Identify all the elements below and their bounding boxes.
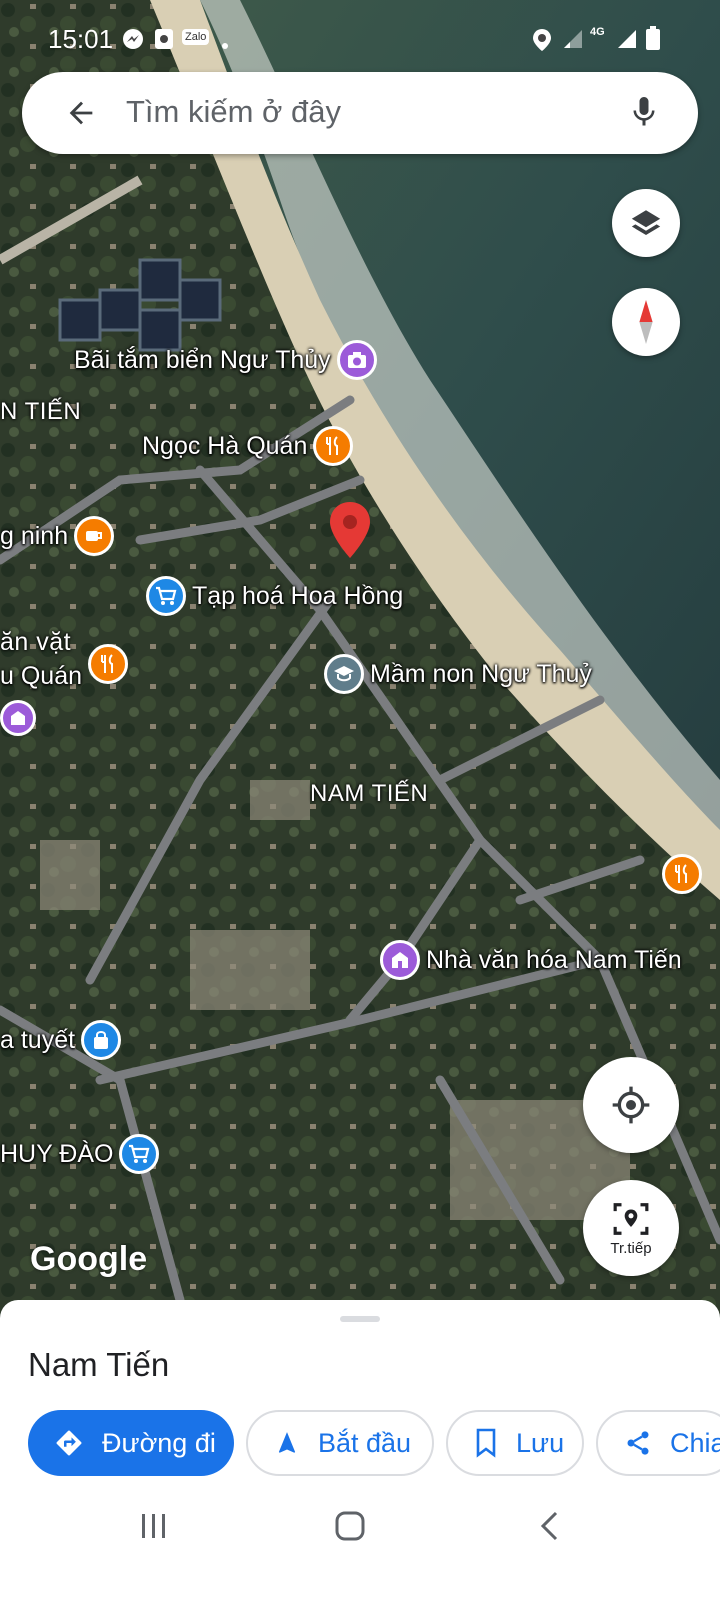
map-view[interactable]: 15:01 Zalo 4G Tìm kiếm ở đây Bãi tắm biể…: [0, 0, 720, 1340]
directions-button[interactable]: Đường đi: [28, 1410, 234, 1476]
network-type: 4G: [590, 26, 605, 38]
poi-label: u Quán: [0, 662, 83, 690]
battery-icon: [646, 26, 660, 55]
poi-restaurant-right[interactable]: [662, 854, 702, 894]
compass-icon: [639, 300, 653, 344]
poi-huy-dao[interactable]: HUY ĐÀO: [0, 1134, 160, 1174]
mic-icon[interactable]: [626, 92, 662, 137]
save-button[interactable]: Lưu: [446, 1410, 584, 1476]
crosshair-icon: [612, 1086, 650, 1124]
zalo-icon: Zalo: [182, 29, 210, 45]
landmark-icon: [380, 940, 420, 980]
status-bar: 15:01 Zalo 4G: [0, 0, 720, 72]
save-label: Lưu: [516, 1427, 565, 1458]
recent-apps-icon[interactable]: [140, 1512, 168, 1545]
poi-u-quan[interactable]: u Quán: [0, 636, 129, 691]
poi-tap-hoa[interactable]: Tạp hoá Hoa Hồng: [146, 576, 403, 616]
cafe-icon: [74, 516, 115, 556]
poi-ninh[interactable]: g ninh: [0, 516, 115, 556]
poi-landmark-left[interactable]: [0, 700, 36, 736]
poi-nha-van-hoa[interactable]: Nhà văn hóa Nam Tiến: [380, 940, 682, 980]
share-label: Chia: [670, 1427, 720, 1458]
layers-icon: [631, 210, 661, 236]
poi-ngoc-ha[interactable]: Ngọc Hà Quán: [142, 426, 354, 466]
poi-mam-non[interactable]: Mầm non Ngư Thuỷ: [324, 654, 592, 694]
school-icon: [324, 654, 364, 694]
back-icon[interactable]: [538, 1510, 560, 1547]
shopping-bag-icon: [81, 1020, 122, 1060]
layers-button[interactable]: [612, 189, 680, 257]
poi-label: Bãi tắm biển Ngư Thủy: [74, 345, 331, 374]
signal-icon-2: [616, 28, 638, 55]
restaurant-icon: [313, 426, 354, 466]
share-icon: [624, 1429, 652, 1457]
restaurant-icon: [662, 854, 702, 894]
place-title: Nam Tiến: [28, 1346, 170, 1383]
signal-icon: [562, 28, 584, 55]
share-button[interactable]: Chia: [596, 1410, 720, 1476]
restaurant-icon: [88, 643, 129, 684]
location-icon: [532, 28, 552, 57]
notification-icon: [154, 28, 174, 55]
poi-label: Tạp hoá Hoa Hồng: [192, 581, 404, 610]
landmark-icon: [0, 700, 36, 736]
camera-icon: [336, 340, 377, 380]
navigation-arrow-icon: [274, 1429, 300, 1457]
poi-tuyet[interactable]: a tuyết: [0, 1020, 122, 1060]
start-button[interactable]: Bắt đầu: [246, 1410, 434, 1476]
directions-icon: [54, 1428, 84, 1458]
poi-label: g ninh: [0, 521, 69, 550]
street-view-label: Tr.tiếp: [610, 1239, 652, 1257]
dot-icon: [222, 36, 228, 54]
poi-beach[interactable]: Bãi tắm biển Ngư Thủy: [74, 340, 377, 380]
directions-label: Đường đi: [102, 1427, 216, 1458]
poi-label: Ngọc Hà Quán: [142, 431, 308, 460]
street-view-icon: [613, 1202, 649, 1235]
bottom-sheet[interactable]: Nam Tiến Đường đi Bắt đầu Lưu Chia: [0, 1300, 720, 1600]
bookmark-icon: [474, 1428, 498, 1458]
system-nav-bar: [0, 1480, 720, 1600]
my-location-button[interactable]: [583, 1057, 679, 1153]
poi-label: Mầm non Ngư Thuỷ: [370, 659, 592, 688]
google-logo: Google: [30, 1240, 148, 1278]
messenger-icon: [122, 28, 144, 55]
shopping-cart-icon: [146, 576, 186, 616]
poi-label: HUY ĐÀO: [0, 1139, 114, 1168]
search-input[interactable]: Tìm kiếm ở đây: [126, 94, 341, 130]
home-icon[interactable]: [334, 1510, 366, 1547]
poi-label: Nhà văn hóa Nam Tiến: [426, 945, 682, 974]
compass-button[interactable]: [612, 288, 680, 356]
area-label-left: N TIẾN: [0, 398, 82, 425]
sheet-drag-handle[interactable]: [340, 1316, 380, 1322]
status-time: 15:01: [48, 24, 114, 54]
location-marker-icon[interactable]: [328, 500, 372, 565]
search-bar[interactable]: Tìm kiếm ở đây: [22, 72, 698, 154]
area-label-nam-tien: NAM TIẾN: [310, 780, 429, 807]
start-label: Bắt đầu: [318, 1427, 412, 1458]
street-view-button[interactable]: Tr.tiếp: [583, 1180, 679, 1276]
shopping-cart-icon: [119, 1134, 160, 1174]
back-arrow-icon[interactable]: [64, 96, 98, 135]
poi-label: a tuyết: [0, 1025, 76, 1054]
